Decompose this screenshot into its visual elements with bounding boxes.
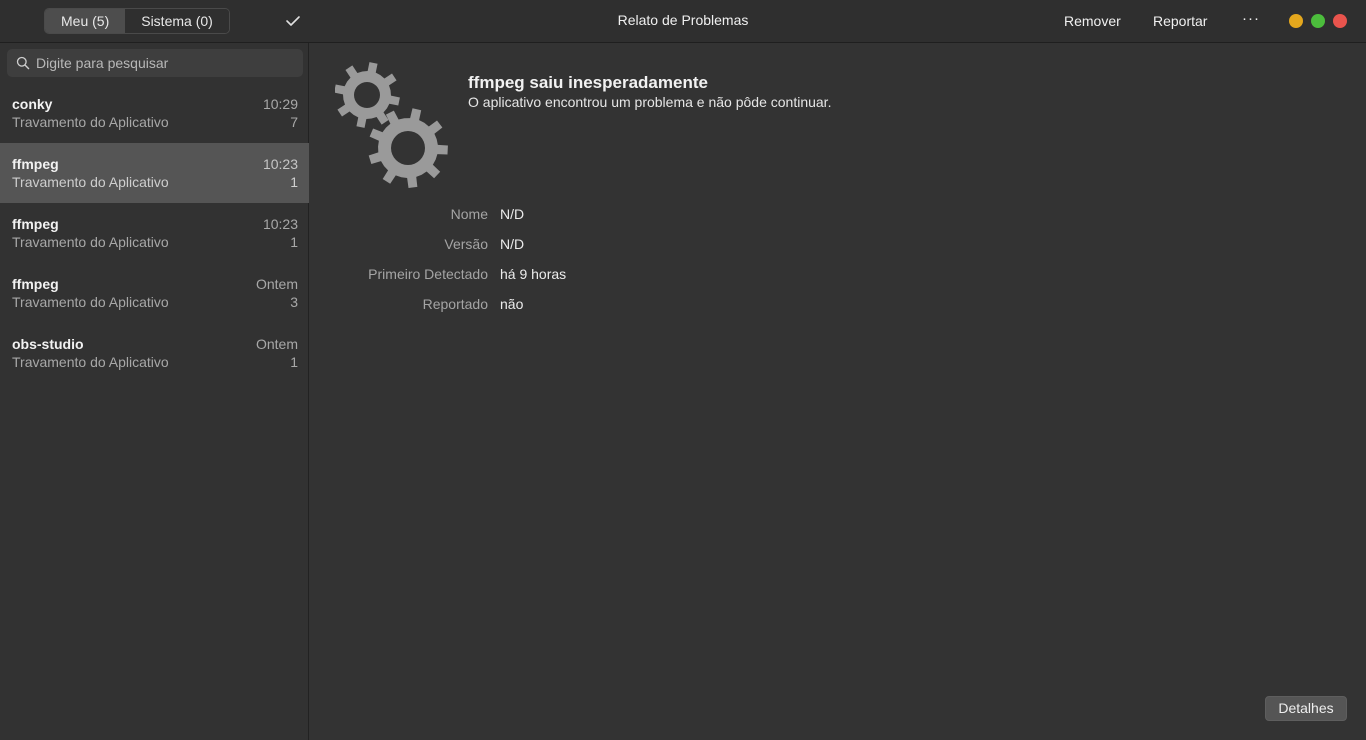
remove-button[interactable]: Remover: [1064, 13, 1121, 29]
problem-title: ffmpeg saiu inesperadamente: [468, 73, 708, 92]
detail-label: Reportado: [422, 296, 488, 312]
search-input[interactable]: [36, 49, 296, 77]
detail-value: há 9 horas: [500, 266, 567, 282]
detail-row-reported: Reportado não: [310, 296, 810, 316]
detail-value: N/D: [500, 206, 525, 222]
tab-system[interactable]: Sistema (0): [125, 9, 229, 33]
sidebar: conky 10:29 Travamento do Aplicativo 7 f…: [0, 43, 309, 740]
checkmark-icon[interactable]: [284, 13, 302, 29]
item-app-name: ffmpeg: [12, 216, 59, 232]
list-item[interactable]: ffmpeg 10:23 Travamento do Aplicativo 1: [0, 203, 309, 263]
problem-list: conky 10:29 Travamento do Aplicativo 7 f…: [0, 83, 309, 383]
item-problem-type: Travamento do Aplicativo: [12, 114, 169, 130]
item-app-name: obs-studio: [12, 336, 84, 352]
item-problem-type: Travamento do Aplicativo: [12, 174, 169, 190]
item-time: 10:23: [262, 216, 298, 232]
detail-label: Primeiro Detectado: [368, 266, 488, 282]
problem-reporting-window: Meu (5) Sistema (0) Relato de Problemas …: [0, 0, 1366, 740]
minimize-button[interactable]: [1289, 14, 1303, 28]
detail-row-version: Versão N/D: [310, 236, 810, 256]
header-bar: Meu (5) Sistema (0) Relato de Problemas …: [0, 0, 1366, 43]
item-time: Ontem: [255, 336, 298, 352]
item-app-name: ffmpeg: [12, 276, 59, 292]
item-count: 1: [290, 174, 298, 190]
list-item[interactable]: conky 10:29 Travamento do Aplicativo 7: [0, 83, 309, 143]
search-icon: [16, 56, 30, 70]
item-app-name: conky: [12, 96, 53, 112]
filter-segmented-control: Meu (5) Sistema (0): [44, 8, 230, 34]
list-item[interactable]: obs-studio Ontem Travamento do Aplicativ…: [0, 323, 309, 383]
detail-value: N/D: [500, 236, 525, 252]
item-time: 10:23: [262, 156, 298, 172]
detail-value: não: [500, 296, 524, 312]
item-count: 1: [290, 354, 298, 370]
gears-icon: [335, 62, 448, 188]
report-button[interactable]: Reportar: [1153, 13, 1207, 29]
detail-label: Versão: [444, 236, 488, 252]
item-time: Ontem: [255, 276, 298, 292]
item-count: 1: [290, 234, 298, 250]
item-count: 3: [290, 294, 298, 310]
search-box: [7, 49, 303, 77]
more-options-button[interactable]: ···: [1242, 10, 1260, 27]
item-problem-type: Travamento do Aplicativo: [12, 234, 169, 250]
detail-row-first-detected: Primeiro Detectado há 9 horas: [310, 266, 810, 286]
details-button[interactable]: Detalhes: [1265, 696, 1347, 721]
list-item[interactable]: ffmpeg 10:23 Travamento do Aplicativo 1: [0, 143, 309, 203]
detail-label: Nome: [450, 206, 488, 222]
item-problem-type: Travamento do Aplicativo: [12, 354, 169, 370]
item-count: 7: [290, 114, 298, 130]
item-time: 10:29: [262, 96, 298, 112]
close-button[interactable]: [1333, 14, 1347, 28]
maximize-button[interactable]: [1311, 14, 1325, 28]
problem-description: O aplicativo encontrou um problema e não…: [468, 94, 832, 110]
problem-detail-pane: ffmpeg saiu inesperadamente O aplicativo…: [310, 43, 1366, 740]
item-app-name: ffmpeg: [12, 156, 59, 172]
detail-row-name: Nome N/D: [310, 206, 810, 226]
item-problem-type: Travamento do Aplicativo: [12, 294, 169, 310]
tab-mine[interactable]: Meu (5): [45, 9, 126, 33]
list-item[interactable]: ffmpeg Ontem Travamento do Aplicativo 3: [0, 263, 309, 323]
